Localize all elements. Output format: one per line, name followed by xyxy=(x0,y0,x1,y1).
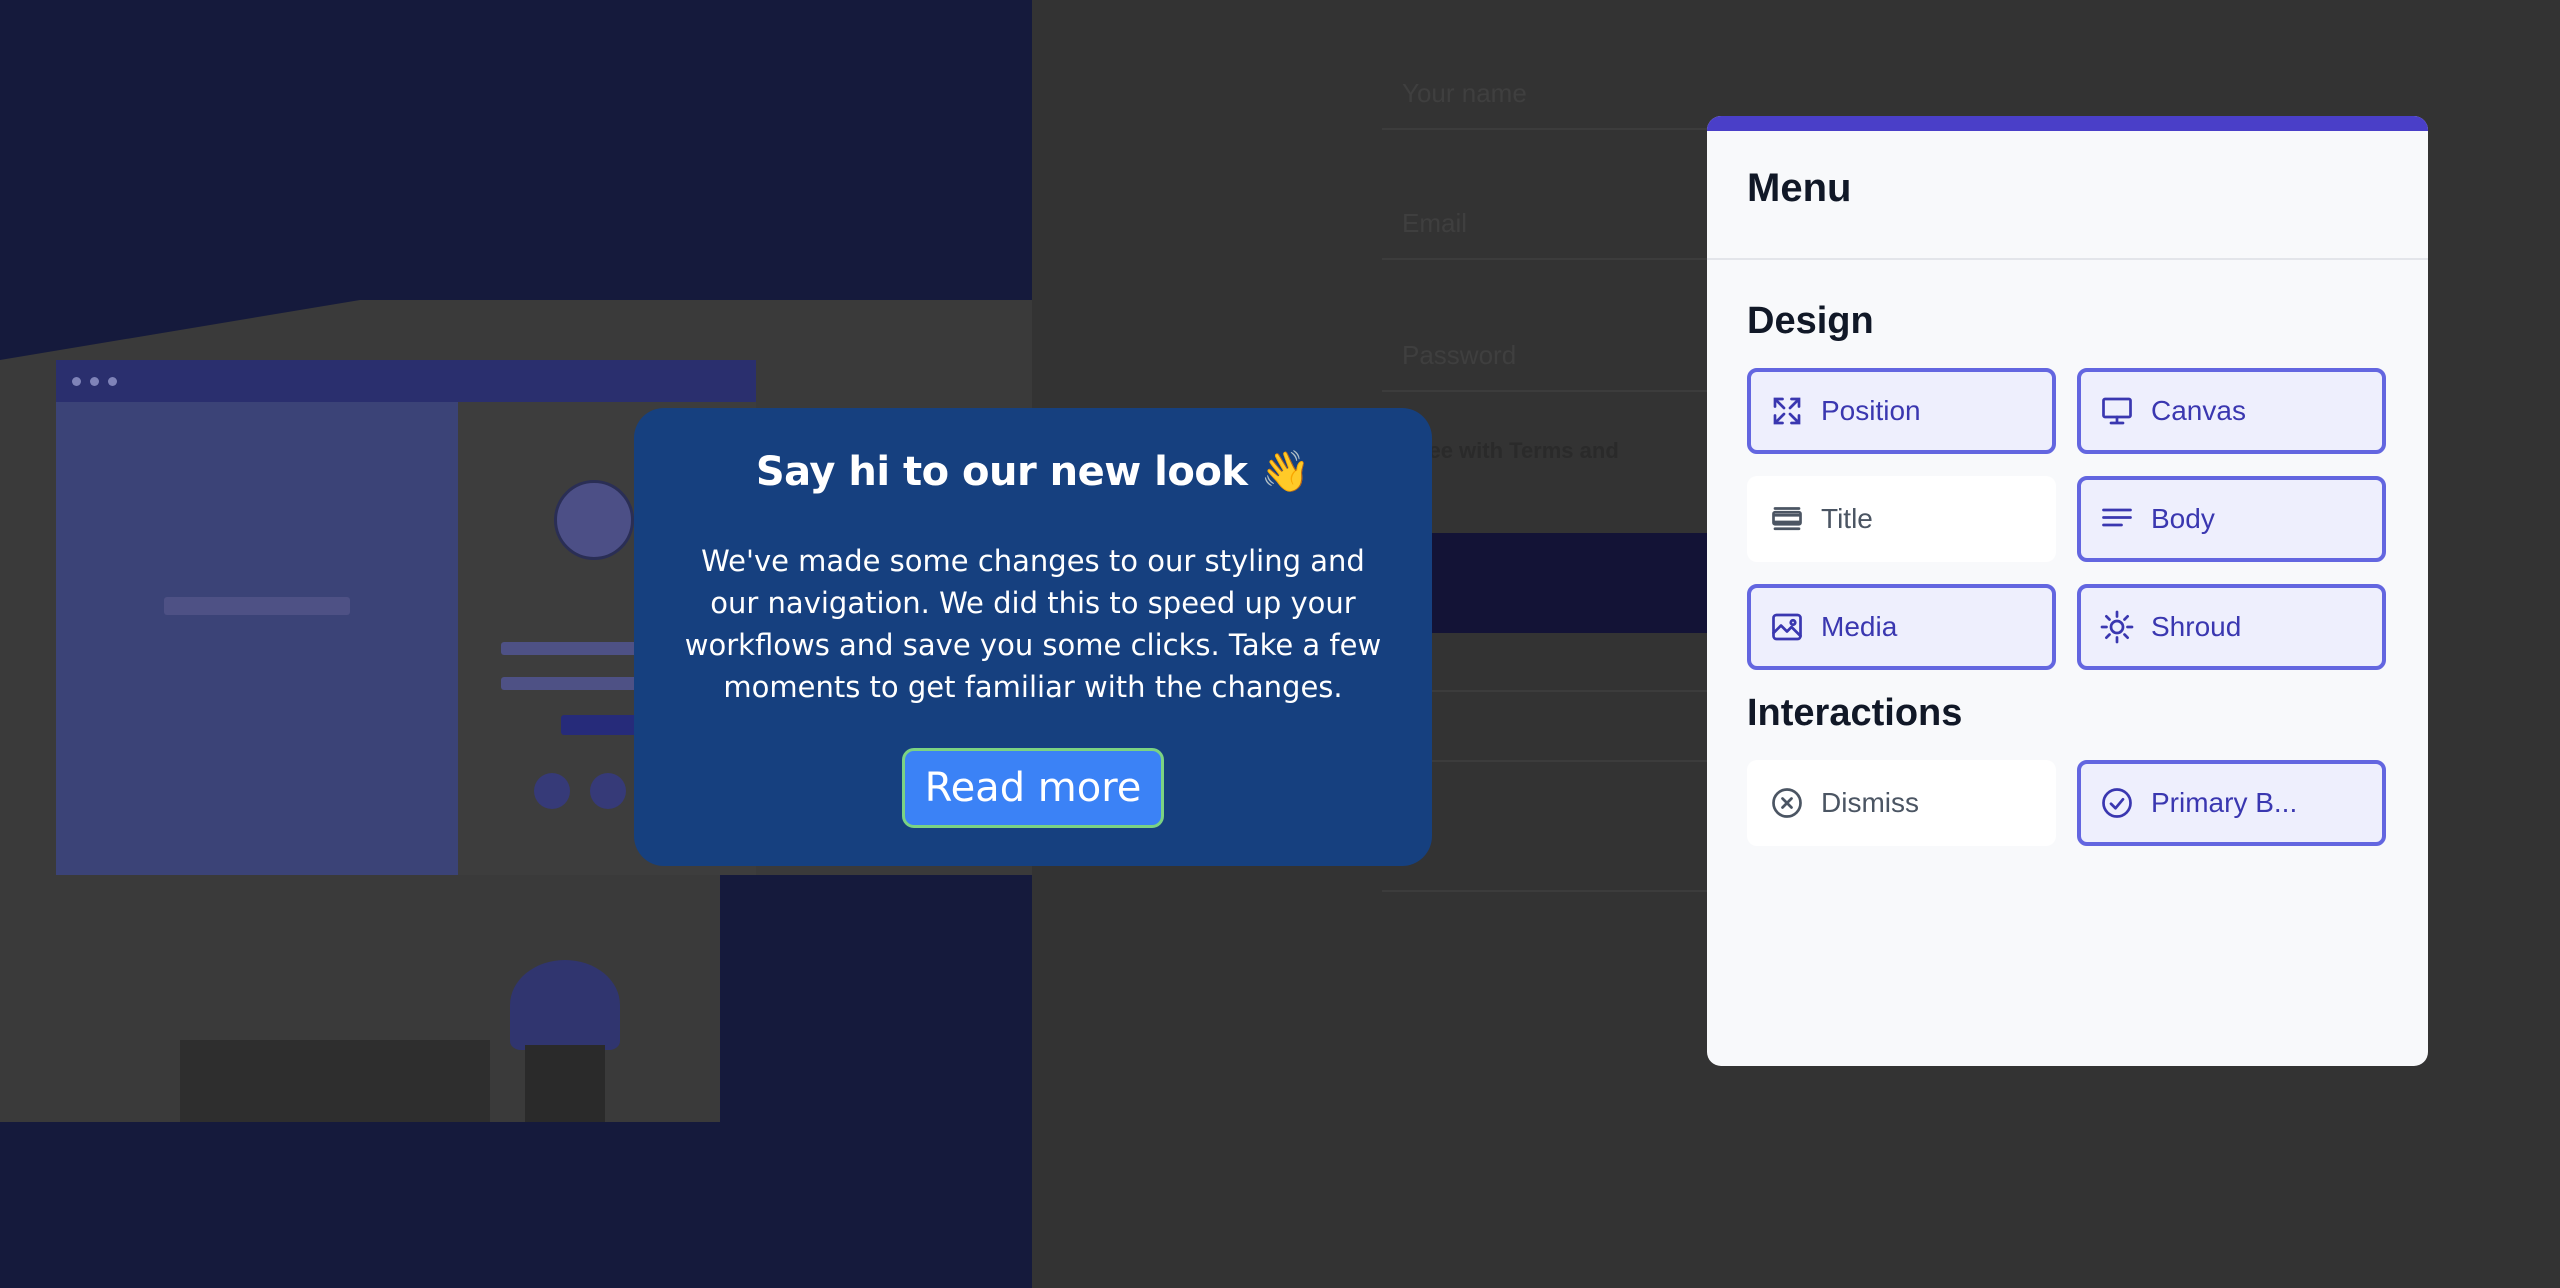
option-label: Body xyxy=(2151,503,2215,534)
email-placeholder: Email xyxy=(1402,208,1468,238)
illustration-box xyxy=(180,1040,490,1122)
illustration-plant xyxy=(510,960,620,1050)
sun-icon xyxy=(2099,609,2135,645)
illustration-floor xyxy=(0,1122,1032,1288)
illustration-bar xyxy=(164,597,350,615)
window-dot xyxy=(90,377,99,386)
section-title-interactions: Interactions xyxy=(1747,692,1963,734)
image-icon xyxy=(1769,609,1805,645)
option-label: Title xyxy=(1821,503,1873,534)
check-circle-icon xyxy=(2099,785,2135,821)
menu-panel: Menu Design Position Canvas Title Body M… xyxy=(1707,116,2428,1066)
modal-title: Say hi to our new look 👋 xyxy=(755,449,1311,495)
option-label: Media xyxy=(1821,611,1898,642)
expand-icon xyxy=(1769,393,1805,429)
menu-option-primary-button[interactable]: Primary B... xyxy=(2077,760,2386,846)
monitor-icon xyxy=(2099,393,2135,429)
illustration-plant-pot xyxy=(525,1045,605,1125)
password-placeholder: Password xyxy=(1402,340,1517,370)
illustration-chart-area xyxy=(56,402,458,875)
name-placeholder: Your name xyxy=(1402,78,1527,108)
menu-option-title[interactable]: Title xyxy=(1747,476,2056,562)
menu-option-shroud[interactable]: Shroud xyxy=(2077,584,2386,670)
menu-option-position[interactable]: Position xyxy=(1747,368,2056,454)
menu-option-body[interactable]: Body xyxy=(2077,476,2386,562)
option-label: Dismiss xyxy=(1821,787,1919,818)
window-dot xyxy=(108,377,117,386)
illustration-avatar xyxy=(554,480,634,560)
illustration-facebook-icon xyxy=(534,773,570,809)
option-label: Canvas xyxy=(2151,395,2246,426)
illustration-slant xyxy=(0,300,360,360)
menu-option-dismiss[interactable]: Dismiss xyxy=(1747,760,2056,846)
illustration-window-bar xyxy=(56,360,756,402)
title-lines-icon xyxy=(1769,501,1805,537)
text-align-icon xyxy=(2099,501,2135,537)
section-title-design: Design xyxy=(1747,300,1874,342)
menu-option-canvas[interactable]: Canvas xyxy=(2077,368,2386,454)
panel-accent-bar xyxy=(1707,116,2428,131)
illustration-social-icon xyxy=(590,773,626,809)
window-dot xyxy=(72,377,81,386)
close-circle-icon xyxy=(1769,785,1805,821)
option-label: Shroud xyxy=(2151,611,2242,642)
illustration-button xyxy=(561,715,641,735)
modal-body: We've made some changes to our styling a… xyxy=(684,544,1382,704)
menu-option-media[interactable]: Media xyxy=(1747,584,2056,670)
option-label: Position xyxy=(1821,395,1921,426)
panel-title: Menu xyxy=(1747,166,1852,210)
illustration-desk xyxy=(720,875,1032,1122)
option-label: Primary B... xyxy=(2151,787,2298,818)
panel-divider xyxy=(1707,258,2428,260)
read-more-button[interactable]: Read more xyxy=(902,748,1164,828)
announcement-modal: Say hi to our new look 👋 We've made some… xyxy=(634,408,1432,866)
